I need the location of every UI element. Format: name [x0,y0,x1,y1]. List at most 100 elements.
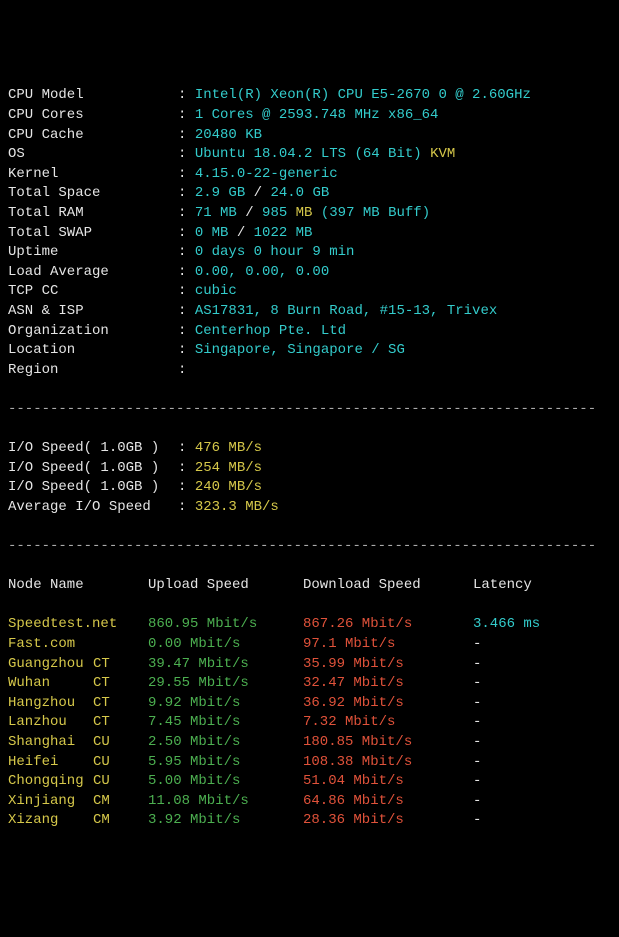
info-label: Kernel [8,165,178,185]
info-label: Total RAM [8,204,178,224]
latency-cell: - [473,811,481,831]
latency-cell: - [473,655,481,675]
download-cell: 32.47 Mbit/s [303,674,473,694]
colon: : [178,205,195,221]
node-name: Xizang [8,811,93,831]
info-value: / [237,225,254,241]
info-row: Total RAM: 71 MB / 985 MB (397 MB Buff) [8,204,611,224]
latency-cell: - [473,694,481,714]
colon: : [178,185,195,201]
system-info-block: CPU Model: Intel(R) Xeon(R) CPU E5-2670 … [8,86,611,380]
colon: : [178,499,195,515]
info-row: TCP CC: cubic [8,282,611,302]
colon: : [178,146,195,162]
speed-row: HeifeiCU5.95 Mbit/s108.38 Mbit/s- [8,753,611,773]
info-value: 2.9 GB [195,185,254,201]
speed-row: GuangzhouCT39.47 Mbit/s35.99 Mbit/s- [8,655,611,675]
info-label: TCP CC [8,282,178,302]
colon: : [178,127,195,143]
node-name: Fast.com [8,635,93,655]
colon: : [178,87,195,103]
colon: : [178,479,195,495]
speed-row: HangzhouCT9.92 Mbit/s36.92 Mbit/s- [8,694,611,714]
upload-cell: 0.00 Mbit/s [148,635,303,655]
node-cell: Fast.com [8,635,148,655]
col-header-latency: Latency [473,576,532,596]
info-value: 1 Cores @ 2593.748 MHz x86_64 [195,107,439,123]
download-cell: 51.04 Mbit/s [303,772,473,792]
upload-cell: 7.45 Mbit/s [148,713,303,733]
info-value: 0 MB [195,225,237,241]
info-row: Organization: Centerhop Pte. Ltd [8,322,611,342]
latency-cell: - [473,635,481,655]
info-row: Location: Singapore, Singapore / SG [8,341,611,361]
download-cell: 867.26 Mbit/s [303,615,473,635]
node-name: Shanghai [8,733,93,753]
colon: : [178,440,195,456]
speed-row: WuhanCT29.55 Mbit/s32.47 Mbit/s- [8,674,611,694]
speed-row: LanzhouCT7.45 Mbit/s7.32 Mbit/s- [8,713,611,733]
colon: : [178,166,195,182]
node-name: Guangzhou [8,655,93,675]
colon: : [178,225,195,241]
node-cell: ShanghaiCU [8,733,148,753]
colon: : [178,264,195,280]
colon: : [178,107,195,123]
upload-cell: 9.92 Mbit/s [148,694,303,714]
upload-cell: 5.95 Mbit/s [148,753,303,773]
download-cell: 64.86 Mbit/s [303,792,473,812]
upload-cell: 860.95 Mbit/s [148,615,303,635]
info-value: 985 [262,205,296,221]
latency-cell: - [473,733,481,753]
speed-row: XinjiangCM11.08 Mbit/s64.86 Mbit/s- [8,792,611,812]
upload-cell: 2.50 Mbit/s [148,733,303,753]
info-label: Organization [8,322,178,342]
info-row: OS: Ubuntu 18.04.2 LTS (64 Bit) KVM [8,145,611,165]
node-cell: XinjiangCM [8,792,148,812]
info-value: 240 MB/s [195,479,262,495]
download-cell: 97.1 Mbit/s [303,635,473,655]
speed-row: Fast.com 0.00 Mbit/s97.1 Mbit/s- [8,635,611,655]
download-cell: 28.36 Mbit/s [303,811,473,831]
info-value: 1022 MB [254,225,313,241]
node-tag: CU [93,733,128,753]
info-label: I/O Speed( 1.0GB ) [8,459,178,479]
info-label: Average I/O Speed [8,498,178,518]
info-label: I/O Speed( 1.0GB ) [8,478,178,498]
info-row: Total SWAP: 0 MB / 1022 MB [8,224,611,244]
upload-cell: 5.00 Mbit/s [148,772,303,792]
info-label: CPU Cache [8,126,178,146]
col-header-download: Download Speed [303,576,473,596]
colon: : [178,342,195,358]
node-cell: WuhanCT [8,674,148,694]
io-speed-block: I/O Speed( 1.0GB ): 476 MB/s I/O Speed( 1… [8,439,611,517]
info-value: 476 MB/s [195,440,262,456]
upload-cell: 39.47 Mbit/s [148,655,303,675]
node-name: Chongqing [8,772,93,792]
info-value: cubic [195,283,237,299]
node-name: Speedtest.net [8,615,93,635]
col-header-node: Node Name [8,576,148,596]
info-value: KVM [430,146,455,162]
latency-cell: 3.466 ms [473,615,540,635]
node-cell: HeifeiCU [8,753,148,773]
divider: ----------------------------------------… [8,400,611,420]
node-name: Hangzhou [8,694,93,714]
info-row: CPU Cores: 1 Cores @ 2593.748 MHz x86_64 [8,106,611,126]
speed-row: Speedtest.net 860.95 Mbit/s867.26 Mbit/s3… [8,615,611,635]
info-label: Total SWAP [8,224,178,244]
colon: : [178,303,195,319]
node-cell: GuangzhouCT [8,655,148,675]
node-tag: CT [93,694,128,714]
info-value: AS17831, 8 Burn Road, #15-13, Trivex [195,303,497,319]
info-value: / [245,205,262,221]
info-value: / [254,185,271,201]
node-cell: HangzhouCT [8,694,148,714]
info-row: I/O Speed( 1.0GB ): 240 MB/s [8,478,611,498]
download-cell: 36.92 Mbit/s [303,694,473,714]
download-cell: 180.85 Mbit/s [303,733,473,753]
node-tag: CT [93,674,128,694]
info-value: 20480 KB [195,127,262,143]
info-label: I/O Speed( 1.0GB ) [8,439,178,459]
info-value: 323.3 MB/s [195,499,279,515]
